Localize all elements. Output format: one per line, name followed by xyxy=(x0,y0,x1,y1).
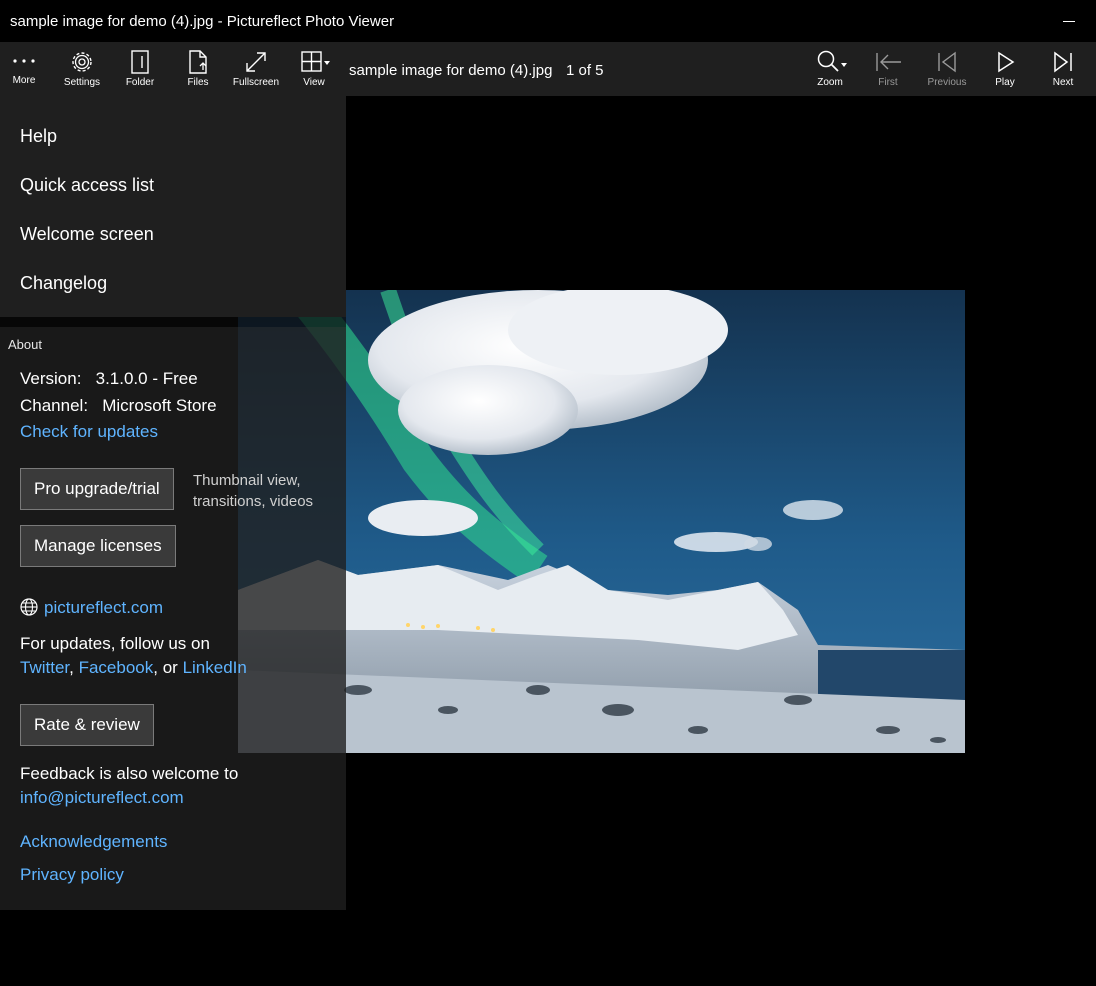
more-icon xyxy=(13,59,35,63)
channel-label: Channel: xyxy=(20,396,89,415)
email-link[interactable]: info@pictureflect.com xyxy=(20,788,184,808)
settings-button[interactable]: Settings xyxy=(62,42,102,96)
files-label: Files xyxy=(187,77,209,88)
pro-note: Thumbnail view, transitions, videos xyxy=(193,470,313,512)
next-icon xyxy=(1054,51,1072,73)
first-button[interactable]: First xyxy=(870,42,906,96)
version-label: Version: xyxy=(20,369,82,388)
fullscreen-button[interactable]: Fullscreen xyxy=(232,42,280,96)
about-panel: About Version: 3.1.0.0 - Free Channel: M… xyxy=(0,327,346,910)
menu-item-quick-access-list[interactable]: Quick access list xyxy=(20,175,154,196)
settings-label: Settings xyxy=(63,77,101,88)
image-counter: 1 of 5 xyxy=(566,62,604,79)
minimize-button[interactable] xyxy=(1057,8,1083,34)
view-button[interactable]: View xyxy=(296,42,332,96)
version-value: 3.1.0.0 - Free xyxy=(95,369,198,388)
menu-item-help[interactable]: Help xyxy=(20,126,57,147)
aurora-landscape-image xyxy=(238,290,965,753)
social-links: Twitter, Facebook, or LinkedIn xyxy=(20,658,247,678)
first-label: First xyxy=(878,77,898,88)
rate-review-button[interactable]: Rate & review xyxy=(20,704,154,746)
title-bar: sample image for demo (4).jpg - Picturef… xyxy=(0,0,1096,42)
website-link[interactable]: pictureflect.com xyxy=(44,598,163,618)
minimize-icon xyxy=(1063,21,1075,22)
first-icon xyxy=(876,53,901,71)
displayed-photo xyxy=(238,290,965,753)
channel-value: Microsoft Store xyxy=(102,396,217,415)
zoom-button[interactable]: Zoom xyxy=(810,42,850,96)
about-header: About xyxy=(8,337,42,352)
facebook-link[interactable]: Facebook xyxy=(79,658,154,677)
manage-licenses-button[interactable]: Manage licenses xyxy=(20,525,176,567)
folder-icon xyxy=(131,50,149,74)
next-button[interactable]: Next xyxy=(1046,42,1080,96)
social-comma: , xyxy=(69,658,74,677)
play-button[interactable]: Play xyxy=(988,42,1022,96)
play-icon xyxy=(998,51,1015,73)
more-label: More xyxy=(12,75,36,86)
fullscreen-label: Fullscreen xyxy=(232,77,280,88)
zoom-icon xyxy=(817,50,847,72)
globe-icon xyxy=(20,598,38,616)
previous-button[interactable]: Previous xyxy=(924,42,970,96)
zoom-label: Zoom xyxy=(817,77,843,88)
previous-label: Previous xyxy=(927,77,967,88)
fullscreen-icon xyxy=(246,52,266,72)
menu-item-welcome-screen[interactable]: Welcome screen xyxy=(20,224,154,245)
play-label: Play xyxy=(995,77,1015,88)
menu-divider xyxy=(0,317,346,327)
current-filename: sample image for demo (4).jpg xyxy=(349,62,553,79)
privacy-policy-link[interactable]: Privacy policy xyxy=(20,865,124,885)
more-menu: Help Quick access list Welcome screen Ch… xyxy=(0,96,346,317)
linkedin-link[interactable]: LinkedIn xyxy=(183,658,247,677)
pro-upgrade-button[interactable]: Pro upgrade/trial xyxy=(20,468,174,510)
feedback-text: Feedback is also welcome to xyxy=(20,764,239,783)
folder-button[interactable]: Folder xyxy=(122,42,158,96)
grid-view-icon xyxy=(301,51,330,72)
check-updates-link[interactable]: Check for updates xyxy=(20,422,158,442)
social-or: , or xyxy=(153,658,178,677)
pro-note-line-2: transitions, videos xyxy=(193,493,314,510)
previous-icon xyxy=(938,51,956,73)
files-button[interactable]: Files xyxy=(180,42,216,96)
version-row: Version: 3.1.0.0 - Free xyxy=(20,369,198,389)
channel-row: Channel: Microsoft Store xyxy=(20,396,217,416)
toolbar: More Settings Folder Files Fullscreen Vi… xyxy=(0,42,1096,96)
folder-label: Folder xyxy=(125,77,155,88)
pro-note-line-1: Thumbnail view, xyxy=(193,472,301,489)
window-title: sample image for demo (4).jpg - Picturef… xyxy=(10,13,395,30)
twitter-link[interactable]: Twitter xyxy=(20,658,69,677)
files-icon xyxy=(189,50,207,74)
view-label: View xyxy=(303,77,325,88)
next-label: Next xyxy=(1052,77,1074,88)
follow-text: For updates, follow us on xyxy=(20,634,210,653)
menu-item-changelog[interactable]: Changelog xyxy=(20,273,107,294)
more-button[interactable]: More xyxy=(6,42,42,96)
acknowledgements-link[interactable]: Acknowledgements xyxy=(20,832,167,852)
gear-icon xyxy=(72,52,92,72)
